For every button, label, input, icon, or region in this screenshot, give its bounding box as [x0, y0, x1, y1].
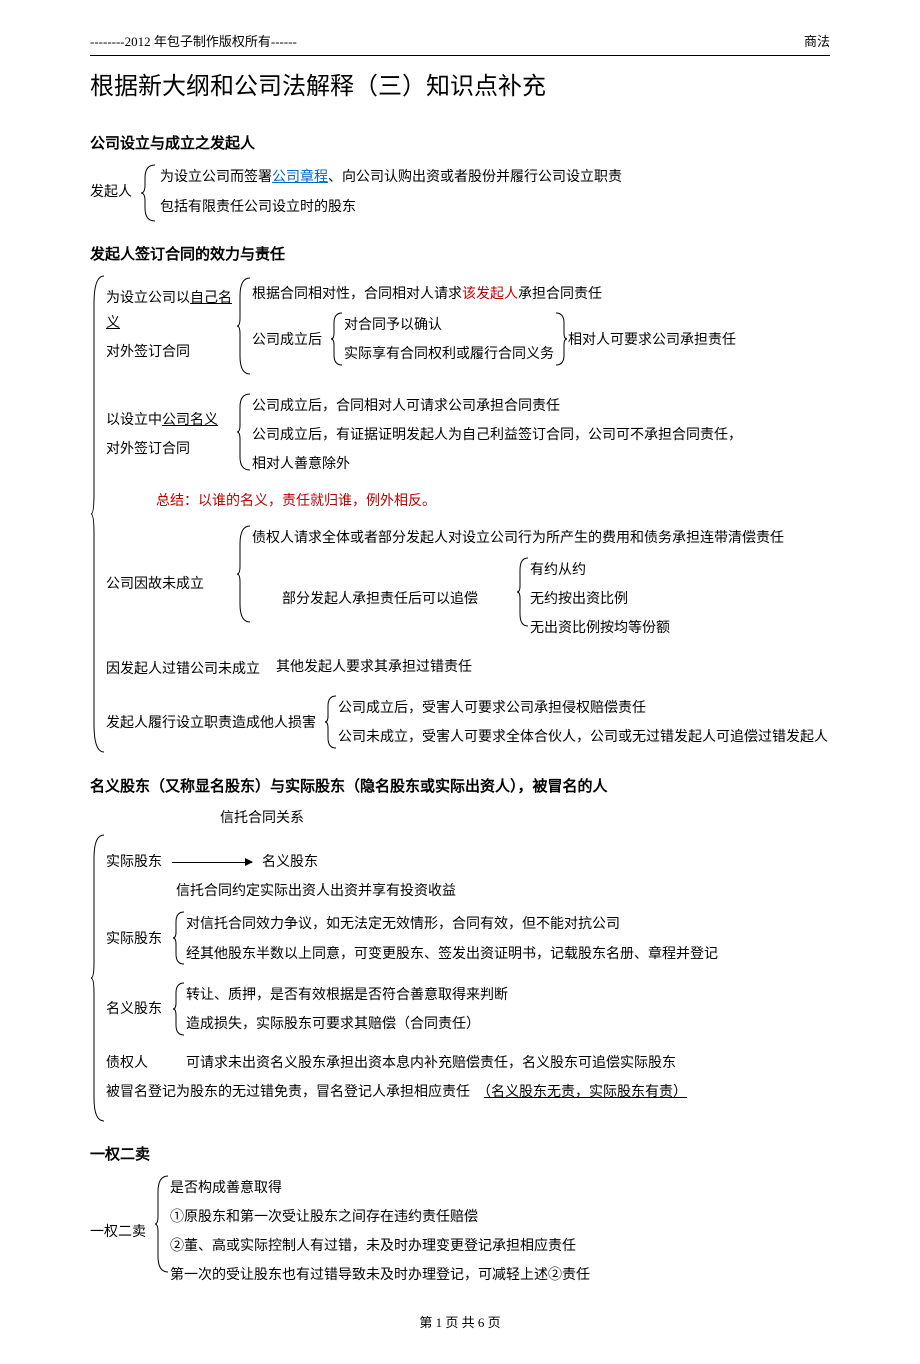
c-label: 债权人: [106, 1051, 186, 1076]
sec4-title: 一权二卖: [90, 1141, 830, 1168]
sec3-title: 名义股东（又称显名股东）与实际股东（隐名股东或实际出资人），被冒名的人: [90, 773, 830, 800]
a-2: 经其他股东半数以上同意，可变更股东、签发出资证明书，记载股东名册、章程并登记: [186, 942, 718, 967]
brace-icon: [236, 276, 252, 376]
g2-r2: 公司成立后，有证据证明发起人为自己利益签订合同，公司可不承担合同责任，: [252, 423, 742, 448]
brace-icon: [516, 556, 530, 644]
ul-text: （名义股东无责，实际股东有责）: [484, 1085, 687, 1100]
g4-l: 因发起人过错公司未成立: [106, 657, 276, 682]
header-right: 商法: [804, 30, 830, 53]
brace-icon: [324, 694, 338, 752]
brace-icon: [236, 392, 252, 480]
link-text: 公司章程: [272, 170, 328, 185]
a-1: 对信托合同效力争议，如无法定无效情形，合同有效，但不能对抗公司: [186, 912, 718, 937]
brace-icon: [172, 981, 186, 1039]
g3-l: 公司因故未成立: [106, 572, 236, 597]
g3-r2-2: 无约按出资比例: [530, 587, 670, 612]
sec1-item2: 包括有限责任公司设立时的股东: [160, 195, 622, 220]
sec1-title: 公司设立与成立之发起人: [90, 130, 830, 157]
brace-icon: [172, 910, 186, 968]
sec1-item1: 为设立公司而签署公司章程、向公司认购出资或者股份并履行公司设立职责: [160, 165, 622, 190]
text: 根据合同相对性，合同相对人请求: [252, 287, 462, 302]
sec1-label: 发起人: [90, 163, 140, 223]
g2-l2: 对外签订合同: [106, 437, 236, 462]
ul-text: 公司名义: [162, 413, 218, 428]
g2-r3: 相对人善意除外: [252, 452, 742, 477]
g1-r2-tail: 相对人可要求公司承担责任: [568, 311, 744, 369]
doc-title: 根据新大纲和公司法解释（三）知识点补充: [90, 66, 830, 109]
g1-r2-2: 实际享有合同权利或履行合同义务: [344, 342, 554, 367]
b-2: 造成损失，实际股东可要求其赔偿（合同责任）: [186, 1012, 508, 1037]
g3-r2-1: 有约从约: [530, 558, 670, 583]
sec4-i2: ①原股东和第一次受让股东之间存在违约责任赔偿: [170, 1205, 590, 1230]
brace-icon: [554, 311, 568, 369]
g3-r1: 债权人请求全体或者部分发起人对设立公司行为所产生的费用和债务承担连带清偿责任: [252, 526, 784, 551]
g2-l1: 以设立中公司名义: [106, 408, 236, 433]
c-text: 可请求未出资名义股东承担出资本息内补充赔偿责任，名义股东可追偿实际股东: [186, 1051, 676, 1076]
text: 、向公司认购出资或者股份并履行公司设立职责: [328, 170, 622, 185]
text: 以设立中: [106, 413, 162, 428]
trust-label: 信托合同关系: [90, 806, 830, 831]
g5-l: 发起人履行设立职责造成他人损害: [106, 694, 324, 752]
summary: 总结：以谁的名义，责任就归谁，例外相反。: [106, 489, 828, 514]
d-row: 被冒名登记为股东的无过错免责，冒名登记人承担相应责任 （名义股东无责，实际股东有…: [106, 1080, 718, 1105]
brace-icon: [236, 524, 252, 645]
actual-sh: 实际股东: [106, 850, 162, 875]
text: 为设立公司而签署: [160, 170, 272, 185]
brace-icon: [90, 833, 106, 1123]
g1-r2-1: 对合同予以确认: [344, 313, 554, 338]
g1-l1: 为设立公司以自己名义: [106, 286, 236, 336]
b-1: 转让、质押，是否有效根据是否符合善意取得来判断: [186, 983, 508, 1008]
header-left: --------2012 年包子制作版权所有------: [90, 30, 297, 53]
brace-icon: [140, 163, 160, 223]
text: 被冒名登记为股东的无过错免责，冒名登记人承担相应责任: [106, 1085, 484, 1100]
g1-r1: 根据合同相对性，合同相对人请求该发起人承担合同责任: [252, 282, 744, 307]
g2-r1: 公司成立后，合同相对人可请求公司承担合同责任: [252, 394, 742, 419]
b-label: 名义股东: [106, 981, 172, 1039]
a-label: 实际股东: [106, 910, 172, 968]
brace-icon: [154, 1174, 170, 1291]
g5-r1: 公司成立后，受害人可要求公司承担侵权赔偿责任: [338, 696, 828, 721]
page-number: 第 1 页 共 6 页: [90, 1311, 830, 1334]
g4-r: 其他发起人要求其承担过错责任: [276, 655, 472, 684]
sec4-i4: 第一次的受让股东也有过错导致未及时办理登记，可减轻上述②责任: [170, 1263, 590, 1288]
text: 承担合同责任: [518, 287, 602, 302]
trust-desc: 信托合同约定实际出资人出资并享有投资收益: [106, 879, 718, 904]
sec2-title: 发起人签订合同的效力与责任: [90, 241, 830, 268]
page-header: --------2012 年包子制作版权所有------ 商法: [90, 30, 830, 56]
red-text: 该发起人: [462, 287, 518, 302]
brace-icon: [330, 311, 344, 369]
text: 为设立公司以: [106, 291, 190, 306]
g5-r2: 公司未成立，受害人可要求全体合伙人，公司或无过错发起人可追偿过错发起人: [338, 725, 828, 750]
sec4-i3: ②董、高或实际控制人有过错，未及时办理变更登记承担相应责任: [170, 1234, 590, 1259]
g3-r2-3: 无出资比例按均等份额: [530, 616, 670, 641]
trust-arrow-row: 实际股东 名义股东: [106, 850, 718, 875]
g1-r2-label: 公司成立后: [252, 311, 330, 369]
brace-icon: [90, 274, 106, 755]
g1-l2: 对外签订合同: [106, 340, 236, 365]
g3-r2-label: 部分发起人承担责任后可以追偿: [252, 556, 486, 644]
sec4-label: 一权二卖: [90, 1174, 154, 1291]
sec4-i1: 是否构成善意取得: [170, 1176, 590, 1201]
nominal-sh: 名义股东: [262, 850, 318, 875]
arrow-icon: [172, 862, 252, 863]
